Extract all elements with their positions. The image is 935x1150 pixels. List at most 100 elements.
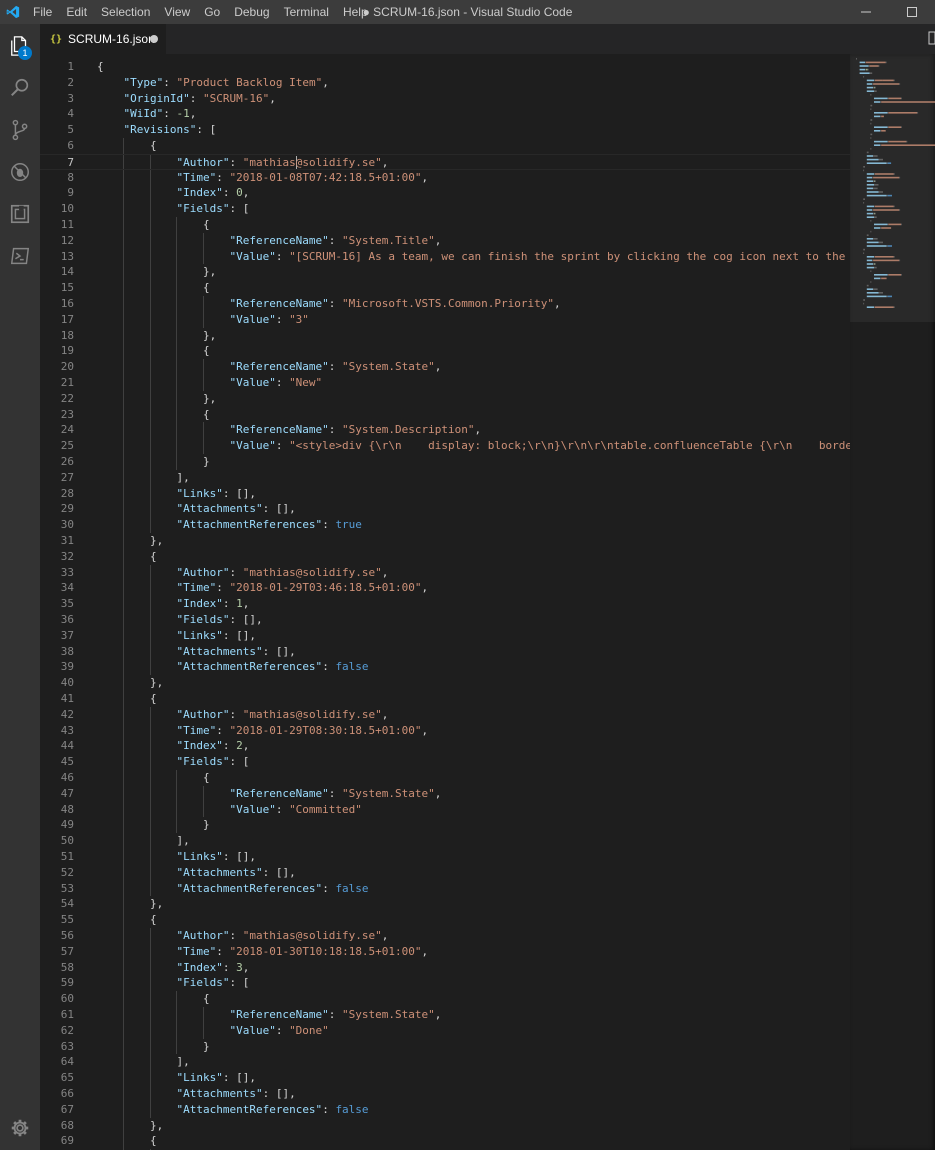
code-line[interactable]: 18 }, (40, 328, 850, 344)
code-line[interactable]: 24 "ReferenceName": "System.Description"… (40, 422, 850, 438)
code-line[interactable]: 36 "Fields": [], (40, 612, 850, 628)
code-line[interactable]: 14 }, (40, 264, 850, 280)
code-line[interactable]: 45 "Fields": [ (40, 754, 850, 770)
code-line[interactable]: 67 "AttachmentReferences": false (40, 1102, 850, 1118)
code-line[interactable]: 3 "OriginId": "SCRUM-16", (40, 91, 850, 107)
debug-button[interactable] (0, 152, 40, 192)
manage-button[interactable] (0, 1108, 40, 1148)
code-line[interactable]: 10 "Fields": [ (40, 201, 850, 217)
code-line[interactable]: 43 "Time": "2018-01-29T08:30:18.5+01:00"… (40, 723, 850, 739)
menu-selection[interactable]: Selection (94, 0, 157, 24)
code-line[interactable]: 8 "Time": "2018-01-08T07:42:18.5+01:00", (40, 170, 850, 186)
code-line[interactable]: 52 "Attachments": [], (40, 865, 850, 881)
menu-help[interactable]: Help (336, 0, 375, 24)
menu-view[interactable]: View (157, 0, 197, 24)
split-editor-icon[interactable] (927, 24, 935, 54)
code-line[interactable]: 37 "Links": [], (40, 628, 850, 644)
code-line[interactable]: 23 { (40, 407, 850, 423)
code-line[interactable]: 65 "Links": [], (40, 1070, 850, 1086)
code-line[interactable]: 48 "Value": "Committed" (40, 802, 850, 818)
code-line[interactable]: 29 "Attachments": [], (40, 501, 850, 517)
code-line[interactable]: 12 "ReferenceName": "System.Title", (40, 233, 850, 249)
code-line[interactable]: 50 ], (40, 833, 850, 849)
code-line[interactable]: 60 { (40, 991, 850, 1007)
code-line[interactable]: 28 "Links": [], (40, 486, 850, 502)
explorer-button[interactable]: 1 (0, 26, 40, 66)
minimap-mark (880, 101, 882, 103)
code-line[interactable]: 59 "Fields": [ (40, 975, 850, 991)
code-line[interactable]: 7 "Author": "mathias@solidify.se", (40, 153, 850, 170)
terminal-button[interactable] (0, 236, 40, 276)
code-line[interactable]: 64 ], (40, 1054, 850, 1070)
code-line[interactable]: 26 } (40, 454, 850, 470)
code-line[interactable]: 16 "ReferenceName": "Microsoft.VSTS.Comm… (40, 296, 850, 312)
code-line[interactable]: 21 "Value": "New" (40, 375, 850, 391)
code-line[interactable]: 19 { (40, 343, 850, 359)
code-line[interactable]: 42 "Author": "mathias@solidify.se", (40, 707, 850, 723)
minimap[interactable] (850, 54, 935, 1150)
code-line[interactable]: 68 }, (40, 1118, 850, 1134)
code-line[interactable]: 6 { (40, 138, 850, 154)
source-control-button[interactable] (0, 110, 40, 150)
code-line[interactable]: 20 "ReferenceName": "System.State", (40, 359, 850, 375)
line-number: 18 (60, 328, 74, 342)
code-line[interactable]: 58 "Index": 3, (40, 960, 850, 976)
code-line[interactable]: 54 }, (40, 896, 850, 912)
code-line[interactable]: 5 "Revisions": [ (40, 122, 850, 138)
code-line[interactable]: 33 "Author": "mathias@solidify.se", (40, 565, 850, 581)
menu-go[interactable]: Go (197, 0, 227, 24)
code-line[interactable]: 34 "Time": "2018-01-29T03:46:18.5+01:00"… (40, 580, 850, 596)
code-line[interactable]: 9 "Index": 0, (40, 185, 850, 201)
code-line[interactable]: 32 { (40, 549, 850, 565)
code-line[interactable]: 4 "WiId": -1, (40, 106, 850, 122)
code-line[interactable]: 25 "Value": "<style>div {\r\n display: b… (40, 438, 850, 454)
code-line[interactable]: 15 { (40, 280, 850, 296)
token: , (381, 707, 389, 721)
code-line[interactable]: 47 "ReferenceName": "System.State", (40, 786, 850, 802)
code-line[interactable]: 39 "AttachmentReferences": false (40, 659, 850, 675)
code-line[interactable]: 49 } (40, 817, 850, 833)
code-line[interactable]: 41 { (40, 691, 850, 707)
code-line[interactable]: 69 { (40, 1133, 850, 1149)
token: : (216, 723, 230, 737)
code-line[interactable]: 40 }, (40, 675, 850, 691)
menu-terminal[interactable]: Terminal (277, 0, 336, 24)
tab-bar: {} SCRUM-16.json (40, 24, 935, 54)
code-line[interactable]: 27 ], (40, 470, 850, 486)
code-line[interactable]: 51 "Links": [], (40, 849, 850, 865)
token: : (163, 75, 177, 89)
minimize-button[interactable] (843, 0, 889, 24)
unsaved-dot-icon[interactable] (150, 35, 158, 43)
code-line[interactable]: 56 "Author": "mathias@solidify.se", (40, 928, 850, 944)
code-line[interactable]: 31 }, (40, 533, 850, 549)
code-line[interactable]: 46 { (40, 770, 850, 786)
code-line[interactable]: 55 { (40, 912, 850, 928)
tab-scrum-16-json[interactable]: {} SCRUM-16.json (40, 24, 166, 54)
code-line[interactable]: 11 { (40, 217, 850, 233)
code-line[interactable]: 62 "Value": "Done" (40, 1023, 850, 1039)
code-editor[interactable]: 1{2 "Type": "Product Backlog Item", 3 "Or… (40, 54, 850, 1150)
code-line[interactable]: 63 } (40, 1039, 850, 1055)
code-line[interactable]: 17 "Value": "3" (40, 312, 850, 328)
code-line[interactable]: 38 "Attachments": [], (40, 644, 850, 660)
maximize-button[interactable] (889, 0, 935, 24)
code-line[interactable]: 66 "Attachments": [], (40, 1086, 850, 1102)
code-line[interactable]: 13 "Value": "[SCRUM-16] As a team, we ca… (40, 249, 850, 265)
minimap-mark (868, 65, 870, 67)
code-line[interactable]: 53 "AttachmentReferences": false (40, 881, 850, 897)
minimap-mark (874, 277, 881, 280)
search-button[interactable] (0, 68, 40, 108)
menu-edit[interactable]: Edit (59, 0, 94, 24)
code-line[interactable]: 2 "Type": "Product Backlog Item", (40, 75, 850, 91)
code-line[interactable]: 61 "ReferenceName": "System.State", (40, 1007, 850, 1023)
code-line[interactable]: 57 "Time": "2018-01-30T10:18:18.5+01:00"… (40, 944, 850, 960)
code-line[interactable]: 1{ (40, 59, 850, 75)
code-line[interactable]: 35 "Index": 1, (40, 596, 850, 612)
code-line[interactable]: 30 "AttachmentReferences": true (40, 517, 850, 533)
code-line[interactable]: 22 }, (40, 391, 850, 407)
code-line[interactable]: 44 "Index": 2, (40, 738, 850, 754)
menu-file[interactable]: File (26, 0, 59, 24)
menu-debug[interactable]: Debug (227, 0, 276, 24)
extensions-button[interactable] (0, 194, 40, 234)
